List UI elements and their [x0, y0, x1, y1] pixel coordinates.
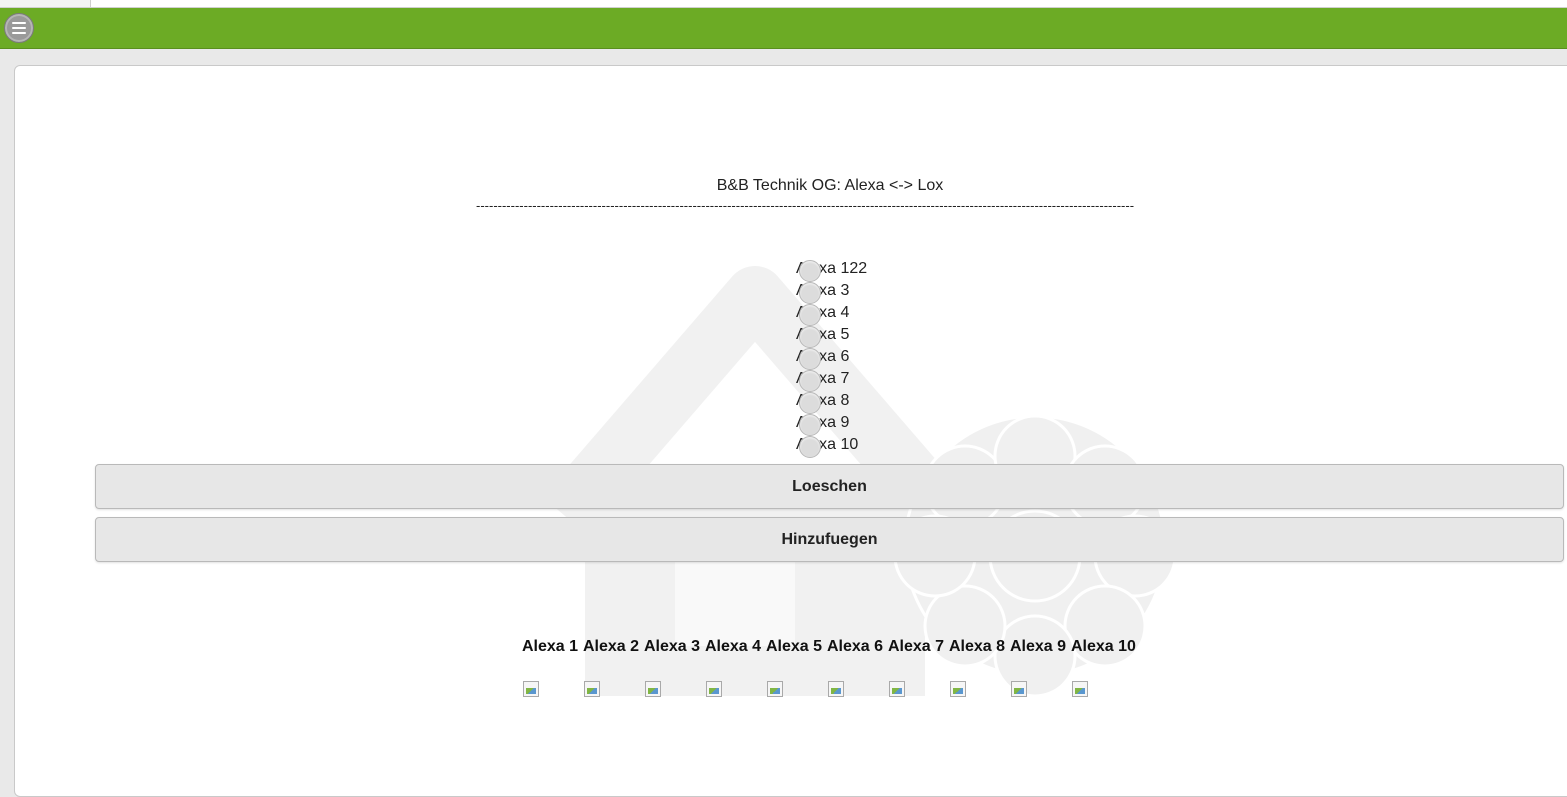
alexa-column: Alexa 6 [827, 638, 887, 697]
radio-option-alexa-4[interactable]: Alexa 4 [796, 302, 936, 326]
alexa-column: Alexa 9 [1010, 638, 1070, 697]
alexa-column-label: Alexa 3 [644, 638, 701, 655]
broken-image-icon[interactable] [645, 681, 661, 697]
radio-button-icon[interactable] [799, 392, 821, 414]
radio-option-alexa-122[interactable]: Alexa 122 [796, 258, 936, 282]
broken-image-icon[interactable] [1072, 681, 1088, 697]
alexa-column: Alexa 3 [644, 638, 704, 697]
broken-image-icon[interactable] [584, 681, 600, 697]
content-panel: B&B Technik OG: Alexa <-> Lox ----------… [14, 65, 1567, 797]
alexa-radio-list: Alexa 122 Alexa 3 Alexa 4 Alexa 5 Alexa … [796, 258, 936, 458]
radio-button-icon[interactable] [799, 304, 821, 326]
title-divider: ----------------------------------------… [476, 198, 1135, 213]
radio-option-alexa-7[interactable]: Alexa 7 [796, 368, 936, 392]
add-button[interactable]: Hinzufuegen [95, 517, 1564, 562]
alexa-column: Alexa 5 [766, 638, 826, 697]
broken-image-icon[interactable] [889, 681, 905, 697]
page-title: B&B Technik OG: Alexa <-> Lox [716, 177, 944, 194]
alexa-column-label: Alexa 8 [949, 638, 1006, 655]
radio-button-icon[interactable] [799, 436, 821, 458]
broken-image-icon[interactable] [1011, 681, 1027, 697]
alexa-column-label: Alexa 5 [766, 638, 823, 655]
alexa-column-label: Alexa 7 [888, 638, 945, 655]
radio-button-icon[interactable] [799, 348, 821, 370]
alexa-column-label: Alexa 6 [827, 638, 884, 655]
radio-button-icon[interactable] [799, 282, 821, 304]
alexa-column: Alexa 7 [888, 638, 948, 697]
alexa-column-label: Alexa 4 [705, 638, 762, 655]
radio-option-alexa-6[interactable]: Alexa 6 [796, 346, 936, 370]
broken-image-icon[interactable] [706, 681, 722, 697]
broken-image-icon[interactable] [828, 681, 844, 697]
radio-option-alexa-10[interactable]: Alexa 10 [796, 434, 936, 458]
alexa-column: Alexa 4 [705, 638, 765, 697]
radio-button-icon[interactable] [799, 414, 821, 436]
radio-button-icon[interactable] [799, 370, 821, 392]
alexa-column: Alexa 2 [583, 638, 643, 697]
alexa-column: Alexa 1 [522, 638, 582, 697]
menu-button[interactable] [4, 13, 34, 43]
radio-option-alexa-9[interactable]: Alexa 9 [796, 412, 936, 436]
radio-option-alexa-8[interactable]: Alexa 8 [796, 390, 936, 414]
browser-top-strip [0, 0, 1567, 8]
alexa-column-label: Alexa 1 [522, 638, 579, 655]
header-bar [0, 8, 1567, 49]
alexa-column: Alexa 8 [949, 638, 1009, 697]
alexa-column-label: Alexa 2 [583, 638, 640, 655]
alexa-column-label: Alexa 10 [1071, 638, 1136, 655]
alexa-column-label: Alexa 9 [1010, 638, 1067, 655]
broken-image-icon[interactable] [523, 681, 539, 697]
broken-image-icon[interactable] [950, 681, 966, 697]
delete-button[interactable]: Loeschen [95, 464, 1564, 509]
hamburger-menu-icon [12, 22, 26, 34]
radio-option-alexa-3[interactable]: Alexa 3 [796, 280, 936, 304]
radio-button-icon[interactable] [799, 326, 821, 348]
browser-tab-edge [0, 0, 91, 7]
radio-option-alexa-5[interactable]: Alexa 5 [796, 324, 936, 348]
alexa-column: Alexa 10 [1071, 638, 1136, 697]
radio-button-icon[interactable] [799, 260, 821, 282]
broken-image-icon[interactable] [767, 681, 783, 697]
